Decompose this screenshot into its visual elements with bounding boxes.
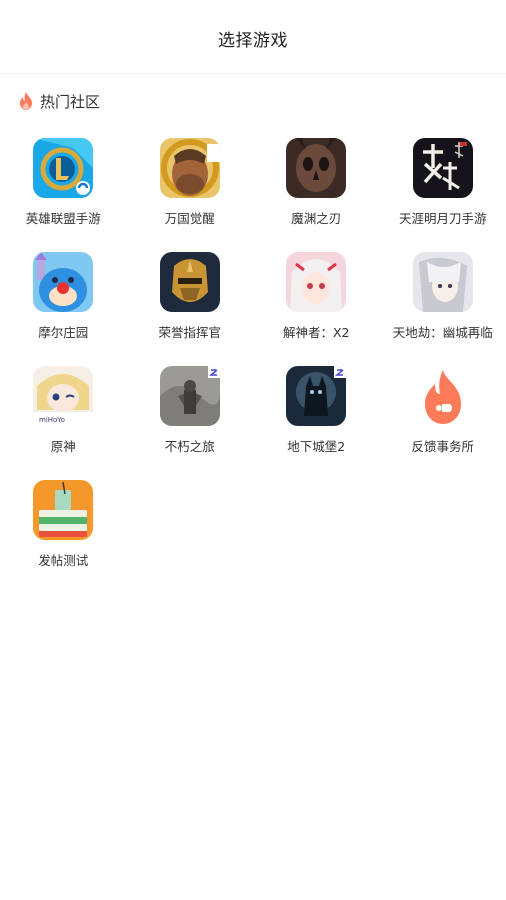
game-tile-rise-of-kingdoms[interactable]: 万国觉醒 [127, 138, 254, 238]
flame-icon [20, 92, 32, 110]
feedback-office-icon [412, 366, 473, 426]
game-tile-honor-commander[interactable]: 荣誉指挥官 [127, 252, 254, 352]
game-name: 发帖测试 [38, 553, 89, 568]
game-tile-genshin-impact[interactable]: miHoYo 原神 [0, 366, 127, 466]
game-tile-immortal-journey[interactable]: 不朽之旅 [127, 366, 254, 466]
dungeon-castle-2-icon [286, 366, 347, 426]
mole-manor-icon [33, 252, 94, 312]
x2-icon [286, 252, 347, 312]
game-tile-dungeon-castle-2[interactable]: 地下城堡2 [253, 366, 380, 466]
game-name: 天地劫：幽城再临 [392, 325, 493, 340]
game-grid: 英雄联盟手游 万国觉醒 魔渊之刃 天涯明月刀手游 摩尔庄园 荣誉指挥官 解神者：… [0, 128, 506, 580]
blade-of-abyss-icon [286, 138, 347, 198]
game-tile-moonlight-blade[interactable]: 天涯明月刀手游 [380, 138, 506, 238]
league-of-legends-icon [33, 138, 94, 198]
game-tile-mole-manor[interactable]: 摩尔庄园 [0, 252, 127, 352]
game-tile-post-test[interactable]: 发帖测试 [0, 480, 127, 580]
game-name: 原神 [50, 439, 76, 454]
game-tile-blade-of-abyss[interactable]: 魔渊之刃 [253, 138, 380, 238]
genshin-impact-icon: miHoYo [33, 366, 94, 426]
page-title: 选择游戏 [218, 31, 288, 51]
rise-of-kingdoms-icon [159, 138, 220, 198]
moonlight-blade-icon [412, 138, 473, 198]
game-tile-x2[interactable]: 解神者：X2 [253, 252, 380, 352]
section-title: 热门社区 [40, 92, 101, 111]
game-name: 英雄联盟手游 [25, 211, 101, 226]
game-tile-tiandijie[interactable]: 天地劫：幽城再临 [380, 252, 506, 352]
game-name: 不朽之旅 [164, 439, 215, 454]
game-tile-feedback-office[interactable]: 反馈事务所 [380, 366, 506, 466]
immortal-journey-icon [159, 366, 220, 426]
tiandijie-icon [412, 252, 473, 312]
game-name: 万国觉醒 [164, 211, 215, 226]
game-name: 地下城堡2 [287, 439, 346, 454]
honor-commander-icon [159, 252, 220, 312]
game-name: 天涯明月刀手游 [398, 211, 487, 226]
top-bar: 选择游戏 [0, 0, 506, 74]
game-name: 摩尔庄园 [38, 325, 89, 340]
svg-text:miHoYo: miHoYo [39, 416, 65, 424]
post-test-icon [33, 480, 94, 540]
game-name: 反馈事务所 [411, 439, 474, 454]
game-name: 荣誉指挥官 [158, 325, 221, 340]
game-name: 解神者：X2 [282, 325, 350, 340]
hot-communities-header: 热门社区 [0, 74, 506, 128]
game-tile-league-of-legends[interactable]: 英雄联盟手游 [0, 138, 127, 238]
game-name: 魔渊之刃 [291, 211, 342, 226]
